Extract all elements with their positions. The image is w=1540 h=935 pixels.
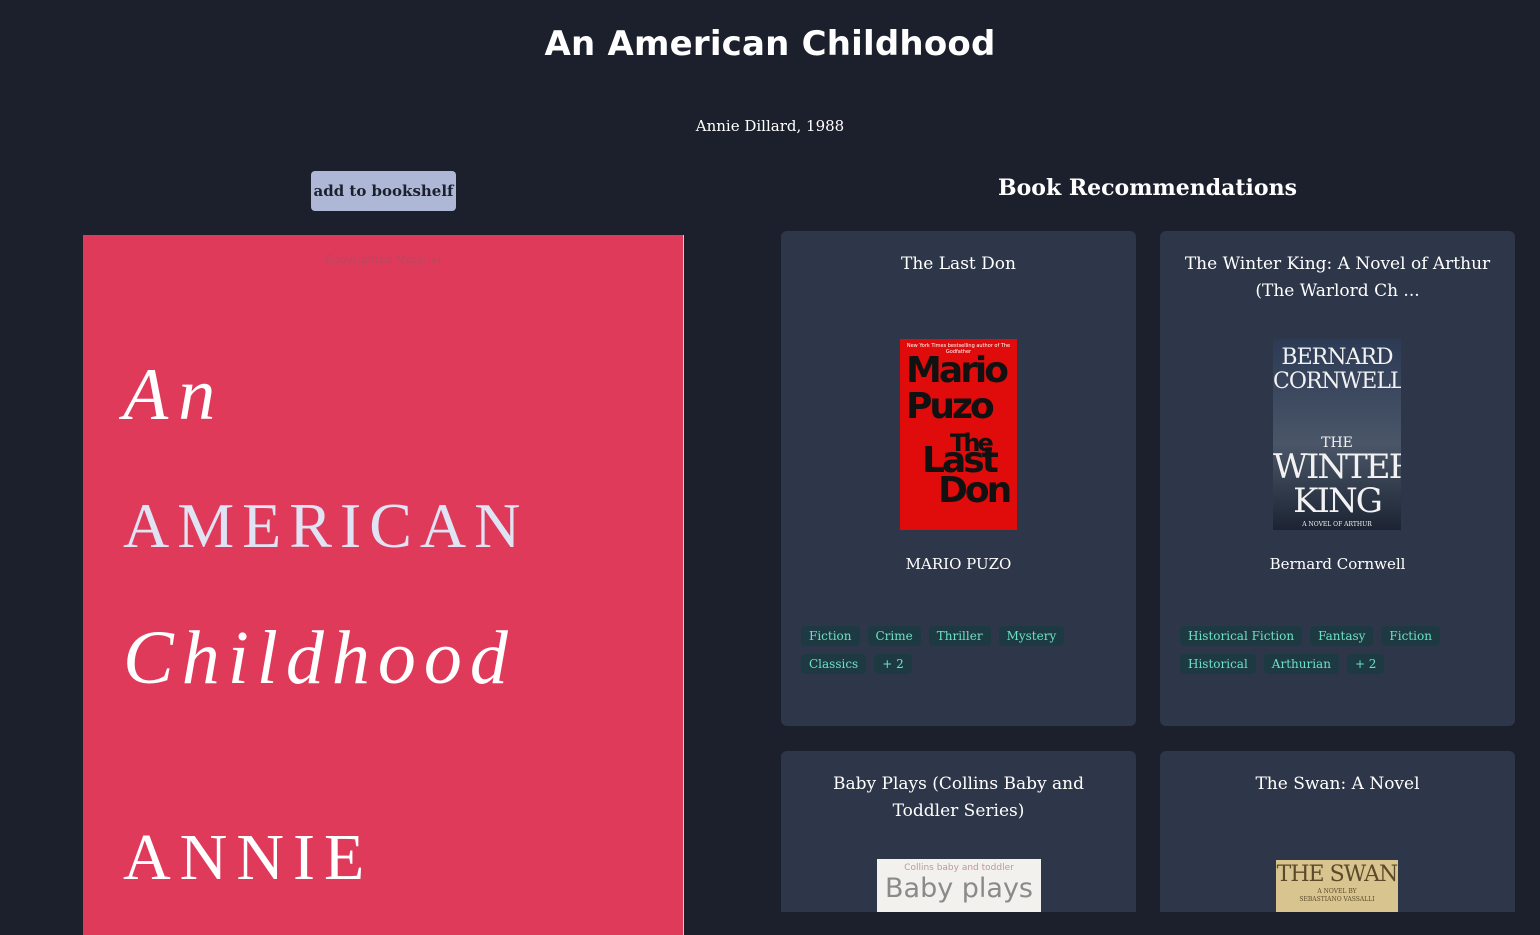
- card-title: The Swan: A Novel: [1255, 774, 1420, 794]
- cover-text: Baby plays: [885, 873, 1033, 904]
- tag-list: Historical Fiction Fantasy Fiction Histo…: [1180, 626, 1495, 674]
- cover-text: A NOVEL BY: [1317, 888, 1357, 895]
- cover-text: CORNWELL: [1273, 369, 1401, 394]
- card-cover-image[interactable]: THE SWAN A NOVEL BY SEBASTIANO VASSALLI: [1276, 860, 1398, 912]
- cover-text: SEBASTIANO VASSALLI: [1299, 896, 1375, 903]
- cover-text: Mario: [906, 350, 1009, 391]
- cover-title-line: Childhood: [123, 616, 516, 700]
- genre-tag[interactable]: Fiction: [1381, 626, 1440, 646]
- recommendations-heading: Book Recommendations: [998, 175, 1297, 201]
- recommendation-card[interactable]: The Winter King: A Novel of Arthur (The …: [1160, 231, 1515, 726]
- page-title: An American Childhood: [544, 24, 996, 64]
- genre-tag[interactable]: Fantasy: [1310, 626, 1374, 646]
- card-cover-image[interactable]: BERNARD CORNWELL THE WINTER KING A NOVEL…: [1273, 339, 1401, 530]
- author-year: Annie Dillard, 1988: [695, 117, 845, 135]
- more-tags-badge[interactable]: + 2: [1346, 654, 1385, 674]
- cover-text: A NOVEL OF ARTHUR: [1302, 521, 1372, 528]
- card-title: The Last Don: [901, 254, 1016, 274]
- recommendation-card[interactable]: The Swan: A Novel THE SWAN A NOVEL BY SE…: [1160, 751, 1515, 912]
- more-tags-badge[interactable]: + 2: [874, 654, 912, 674]
- cover-text: Puzo: [906, 386, 995, 427]
- genre-tag[interactable]: Classics: [801, 654, 867, 674]
- genre-tag[interactable]: Thriller: [928, 626, 991, 646]
- cover-tagline: Collins baby and toddler: [904, 863, 1014, 873]
- card-cover-image[interactable]: New York Times bestselling author of The…: [900, 339, 1017, 530]
- genre-tag[interactable]: Fiction: [801, 626, 860, 646]
- genre-tag[interactable]: Historical: [1180, 654, 1256, 674]
- recommendation-card[interactable]: Baby Plays (Collins Baby and Toddler Ser…: [781, 751, 1136, 912]
- cover-text: THE SWAN: [1276, 862, 1398, 887]
- cover-title-line: An: [123, 354, 226, 436]
- add-to-bookshelf-button[interactable]: add to bookshelf: [311, 171, 456, 211]
- book-cover-image: Copyrighted Material An AMERICAN Childho…: [83, 235, 684, 935]
- recommendation-card[interactable]: The Last Don New York Times bestselling …: [781, 231, 1136, 726]
- cover-text: BERNARD: [1281, 345, 1393, 370]
- cover-text: KING: [1293, 481, 1383, 521]
- genre-tag[interactable]: Arthurian: [1263, 654, 1339, 674]
- cover-copyright-text: Copyrighted Material: [325, 253, 441, 266]
- card-title: Baby Plays (Collins Baby and Toddler Ser…: [832, 774, 1084, 821]
- genre-tag[interactable]: Mystery: [998, 626, 1065, 646]
- genre-tag[interactable]: Historical Fiction: [1180, 626, 1303, 646]
- card-author: MARIO PUZO: [905, 555, 1012, 573]
- genre-tag[interactable]: Crime: [867, 626, 921, 646]
- cover-text: Don: [938, 470, 1012, 511]
- tag-list: Fiction Crime Thriller Mystery Classics …: [801, 626, 1116, 674]
- card-cover-image[interactable]: Collins baby and toddler Baby plays: [877, 859, 1041, 912]
- card-author: Bernard Cornwell: [1269, 555, 1406, 573]
- cover-author-line: ANNIE: [123, 821, 374, 894]
- cover-title-line: AMERICAN: [123, 490, 529, 561]
- card-title: The Winter King: A Novel of Arthur (The …: [1184, 254, 1491, 301]
